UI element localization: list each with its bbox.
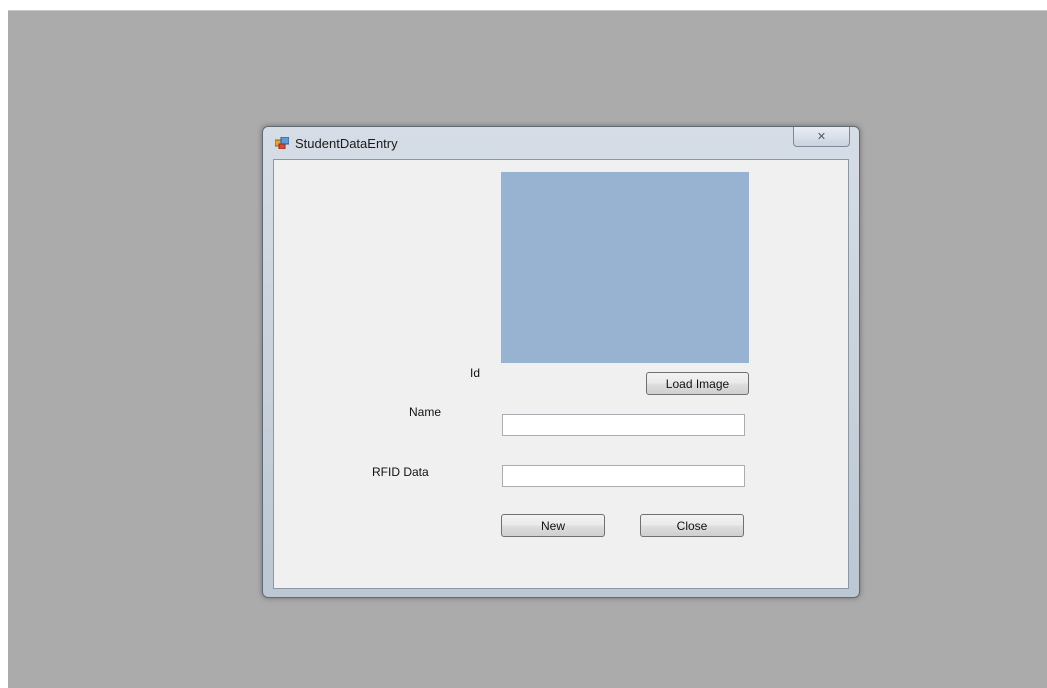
id-label: Id	[470, 366, 481, 380]
rfid-data-label: RFID Data	[372, 465, 429, 479]
new-button[interactable]: New	[501, 514, 605, 537]
name-input[interactable]	[502, 414, 745, 436]
close-icon: ✕	[816, 131, 827, 143]
form-client-area: Id Load Image Name RFID Data New Close	[273, 159, 849, 589]
load-image-button[interactable]: Load Image	[646, 372, 749, 395]
app-form-icon	[275, 137, 289, 149]
close-button[interactable]: Close	[640, 514, 744, 537]
student-picture-box	[501, 172, 749, 363]
student-data-entry-window: StudentDataEntry ✕ Id Load Image Name RF…	[262, 126, 860, 598]
window-close-button[interactable]: ✕	[793, 127, 850, 147]
rfid-data-input[interactable]	[502, 465, 745, 487]
window-title: StudentDataEntry	[295, 136, 398, 151]
name-label: Name	[409, 405, 442, 419]
